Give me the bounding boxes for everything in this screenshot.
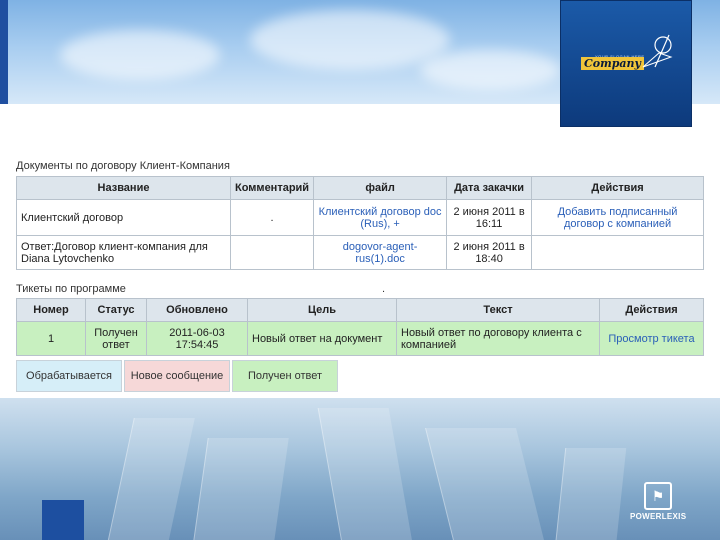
doc-comment — [229, 235, 315, 270]
ticket-goal: Новый ответ на документ — [247, 321, 397, 356]
documents-title: Документы по договору Клиент-Компания — [16, 160, 230, 172]
col-actions: Действия — [531, 176, 704, 200]
doc-date: 2 июня 2011 в 18:40 — [446, 235, 533, 270]
documents-table: Название Комментарий файл Дата закачки Д… — [16, 176, 704, 270]
company-logo: YOUR SLOGAN HERE Company — [560, 0, 692, 127]
add-signed-contract-link[interactable]: Добавить подписанный договор с компанией — [531, 199, 704, 236]
tickets-dot: . — [382, 283, 386, 295]
col-updated: Обновлено — [146, 298, 248, 322]
view-ticket-link[interactable]: Просмотр тикета — [599, 321, 704, 356]
doc-file-link[interactable]: dogovor-agent-rus(1).doc — [313, 235, 448, 270]
powerlexis-brand: POWERLEXIS — [630, 512, 687, 521]
doc-file-link[interactable]: Клиентский договор doc (Rus), + — [313, 199, 448, 236]
ticket-status: Получен ответ — [85, 321, 147, 356]
doc-comment: . — [229, 199, 315, 236]
footer-blue-block — [42, 500, 84, 540]
ticket-number: 1 — [16, 321, 86, 356]
tickets-table: Номер Статус Обновлено Цель Текст Действ… — [16, 298, 704, 356]
table-row: Ответ:Договор клиент-компания для Diana … — [16, 235, 704, 270]
table-row: Клиентский договор . Клиентский договор … — [16, 199, 704, 236]
doc-date: 2 июня 2011 в 16:11 — [446, 199, 533, 236]
col-number: Номер — [16, 298, 86, 322]
doc-action — [531, 235, 704, 270]
col-status: Статус — [85, 298, 147, 322]
documents-header-row: Название Комментарий файл Дата закачки Д… — [16, 176, 704, 200]
legend-new-message: Новое сообщение — [124, 360, 230, 392]
col-file: файл — [313, 176, 448, 200]
col-goal: Цель — [247, 298, 397, 322]
legend-received: Получен ответ — [232, 360, 338, 392]
logo-mark-icon — [642, 34, 673, 68]
col-upload-date: Дата закачки — [446, 176, 533, 200]
ticket-updated: 2011-06-03 17:54:45 — [146, 321, 248, 356]
doc-name: Клиентский договор — [16, 199, 231, 236]
table-row: 1 Получен ответ 2011-06-03 17:54:45 Новы… — [16, 321, 704, 356]
col-actions: Действия — [599, 298, 704, 322]
footer-background — [0, 398, 720, 540]
ticket-text: Новый ответ по договору клиента с компан… — [396, 321, 600, 356]
powerlexis-logo-icon: ⚑ — [644, 482, 672, 510]
tickets-header-row: Номер Статус Обновлено Цель Текст Действ… — [16, 298, 704, 322]
legend-processing: Обрабатывается — [16, 360, 122, 392]
col-comment: Комментарий — [229, 176, 315, 200]
col-text: Текст — [396, 298, 600, 322]
doc-name: Ответ:Договор клиент-компания для Diana … — [16, 235, 231, 270]
tickets-title: Тикеты по программе — [16, 283, 126, 295]
col-name: Название — [16, 176, 231, 200]
logo-word: Company — [581, 57, 644, 70]
